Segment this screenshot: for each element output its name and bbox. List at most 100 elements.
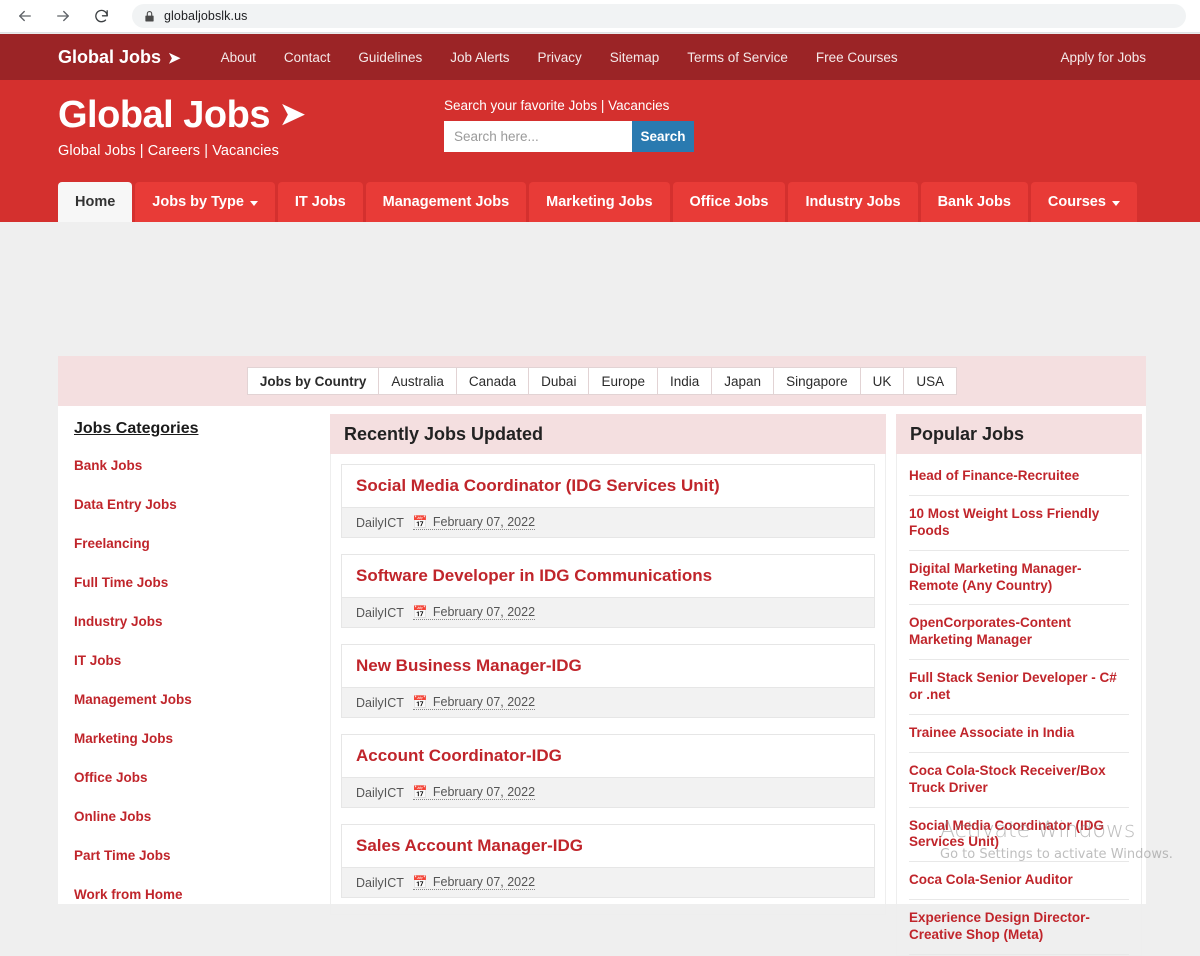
job-date-text: February 07, 2022 <box>432 605 536 619</box>
topnav-link-privacy[interactable]: Privacy <box>524 50 596 65</box>
topnav-link-about[interactable]: About <box>207 50 270 65</box>
country-item-uk[interactable]: UK <box>860 367 905 395</box>
job-author: DailyICT <box>356 785 404 800</box>
job-card: Account Coordinator-IDG DailyICT 📅 February… <box>341 734 875 808</box>
popular-job-link[interactable]: Social Media Coordinator (IDG Services U… <box>909 808 1129 863</box>
country-item-jobs-by-country[interactable]: Jobs by Country <box>246 367 380 395</box>
site-logo[interactable]: Global Jobs ➤ Global Jobs | Careers | Va… <box>58 96 305 159</box>
category-link-it-jobs[interactable]: IT Jobs <box>74 653 330 668</box>
job-date-text: February 07, 2022 <box>432 515 536 529</box>
url-text: globaljobslk.us <box>164 9 248 23</box>
tab-label: Marketing Jobs <box>546 194 653 210</box>
country-item-singapore[interactable]: Singapore <box>774 367 861 395</box>
country-item-dubai[interactable]: Dubai <box>529 367 590 395</box>
category-link-bank-jobs[interactable]: Bank Jobs <box>74 458 330 473</box>
popular-job-link[interactable]: Digital Marketing Manager-Remote (Any Co… <box>909 551 1129 606</box>
back-arrow-icon[interactable] <box>10 1 40 31</box>
calendar-icon: 📅 <box>412 875 428 889</box>
tab-it-jobs[interactable]: IT Jobs <box>277 182 363 222</box>
country-item-australia[interactable]: Australia <box>379 367 457 395</box>
tab-courses[interactable]: Courses <box>1030 182 1137 222</box>
topnav-link-sitemap[interactable]: Sitemap <box>596 50 674 65</box>
topnav-link-job-alerts[interactable]: Job Alerts <box>436 50 523 65</box>
popular-job-link[interactable]: 10 Most Weight Loss Friendly Foods <box>909 496 1129 551</box>
forward-arrow-icon[interactable] <box>48 1 78 31</box>
popular-job-link[interactable]: Trainee Associate in India <box>909 715 1129 753</box>
category-link-office-jobs[interactable]: Office Jobs <box>74 770 330 785</box>
popular-job-link[interactable]: Coca Cola-Stock Receiver/Box Truck Drive… <box>909 753 1129 808</box>
topnav-link-free-courses[interactable]: Free Courses <box>802 50 912 65</box>
tab-industry-jobs[interactable]: Industry Jobs <box>788 182 918 222</box>
site-header: Global Jobs ➤ Global Jobs | Careers | Va… <box>0 80 1200 170</box>
popular-job-link[interactable]: Full Stack Senior Developer - C# or .net <box>909 660 1129 715</box>
topnav-brand[interactable]: Global Jobs ➤ <box>58 47 181 68</box>
category-link-industry-jobs[interactable]: Industry Jobs <box>74 614 330 629</box>
popular-job-link[interactable]: Experience Design Director-Creative Shop… <box>909 900 1129 955</box>
chevron-down-icon <box>249 201 258 206</box>
tab-jobs-by-type[interactable]: Jobs by Type <box>135 182 275 222</box>
category-link-full-time-jobs[interactable]: Full Time Jobs <box>74 575 330 590</box>
country-item-usa[interactable]: USA <box>904 367 958 395</box>
categories-title: Jobs Categories <box>74 420 199 437</box>
apply-for-jobs-link[interactable]: Apply for Jobs <box>1046 50 1160 65</box>
tab-label: Office Jobs <box>689 194 769 210</box>
main-nav-bar: Home Jobs by Type IT Jobs Management Jobs Ma… <box>0 170 1200 222</box>
job-card: Sales Account Manager-IDG DailyICT 📅 Februa… <box>341 824 875 898</box>
search-input[interactable] <box>444 121 632 152</box>
job-title-link[interactable]: New Business Manager-IDG <box>342 645 874 687</box>
play-arrow-icon: ➤ <box>168 49 181 67</box>
category-link-online-jobs[interactable]: Online Jobs <box>74 809 330 824</box>
job-date-text: February 07, 2022 <box>432 695 536 709</box>
country-item-india[interactable]: India <box>658 367 713 395</box>
category-link-work-from-home[interactable]: Work from Home <box>74 887 330 902</box>
country-item-canada[interactable]: Canada <box>456 367 530 395</box>
page-body: Jobs by Country Australia Canada Dubai Europ… <box>0 222 1200 956</box>
tab-home[interactable]: Home <box>58 182 133 222</box>
job-meta: DailyICT 📅 February 07, 2022 <box>342 777 874 807</box>
topnav-link-terms-of-service[interactable]: Terms of Service <box>673 50 802 65</box>
job-title-link[interactable]: Social Media Coordinator (IDG Services U… <box>342 465 874 507</box>
job-title-link[interactable]: Sales Account Manager-IDG <box>342 825 874 867</box>
job-date[interactable]: 📅 February 07, 2022 <box>412 515 536 530</box>
content-columns: Jobs Categories Bank Jobs Data Entry Jobs… <box>58 406 1146 956</box>
job-author: DailyICT <box>356 695 404 710</box>
tab-marketing-jobs[interactable]: Marketing Jobs <box>529 182 670 222</box>
browser-toolbar: globaljobslk.us <box>0 0 1200 32</box>
category-link-data-entry-jobs[interactable]: Data Entry Jobs <box>74 497 330 512</box>
topnav-link-contact[interactable]: Contact <box>270 50 345 65</box>
tab-label: IT Jobs <box>294 194 346 210</box>
country-item-europe[interactable]: Europe <box>589 367 658 395</box>
tab-label: Home <box>75 194 116 210</box>
tab-label: Jobs by Type <box>152 194 244 210</box>
logo-tagline: Global Jobs | Careers | Vacancies <box>58 143 279 159</box>
category-link-freelancing[interactable]: Freelancing <box>74 536 330 551</box>
jobs-by-country-bar: Jobs by Country Australia Canada Dubai Europ… <box>58 356 1146 406</box>
category-link-management-jobs[interactable]: Management Jobs <box>74 692 330 707</box>
reload-icon[interactable] <box>86 1 116 31</box>
main-nav-tabs: Home Jobs by Type IT Jobs Management Jobs Ma… <box>58 182 1137 222</box>
job-date[interactable]: 📅 February 07, 2022 <box>412 875 536 890</box>
tab-management-jobs[interactable]: Management Jobs <box>365 182 527 222</box>
content-panel: Jobs by Country Australia Canada Dubai Europ… <box>58 356 1146 956</box>
job-date[interactable]: 📅 February 07, 2022 <box>412 605 536 620</box>
calendar-icon: 📅 <box>412 695 428 709</box>
country-item-japan[interactable]: Japan <box>712 367 775 395</box>
job-date[interactable]: 📅 February 07, 2022 <box>412 785 536 800</box>
job-card: Social Media Coordinator (IDG Services U… <box>341 464 875 538</box>
job-title-link[interactable]: Software Developer in IDG Communications <box>342 555 874 597</box>
job-card: Software Developer in IDG Communications… <box>341 554 875 628</box>
tab-bank-jobs[interactable]: Bank Jobs <box>920 182 1028 222</box>
calendar-icon: 📅 <box>412 515 428 529</box>
popular-job-link[interactable]: OpenCorporates-Content Marketing Manager <box>909 605 1129 661</box>
popular-job-link[interactable]: Coca Cola-Senior Auditor <box>909 862 1129 901</box>
category-link-part-time-jobs[interactable]: Part Time Jobs <box>74 848 330 863</box>
job-title-link[interactable]: Account Coordinator-IDG <box>342 735 874 777</box>
category-link-marketing-jobs[interactable]: Marketing Jobs <box>74 731 330 746</box>
address-bar[interactable]: globaljobslk.us <box>132 4 1186 28</box>
tab-office-jobs[interactable]: Office Jobs <box>672 182 786 222</box>
search-button[interactable]: Search <box>632 121 694 152</box>
topnav-link-guidelines[interactable]: Guidelines <box>344 50 436 65</box>
popular-job-link[interactable]: Head of Finance-Recruitee <box>909 458 1129 496</box>
job-date[interactable]: 📅 February 07, 2022 <box>412 695 536 710</box>
job-card: New Business Manager-IDG DailyICT 📅 Februar… <box>341 644 875 718</box>
